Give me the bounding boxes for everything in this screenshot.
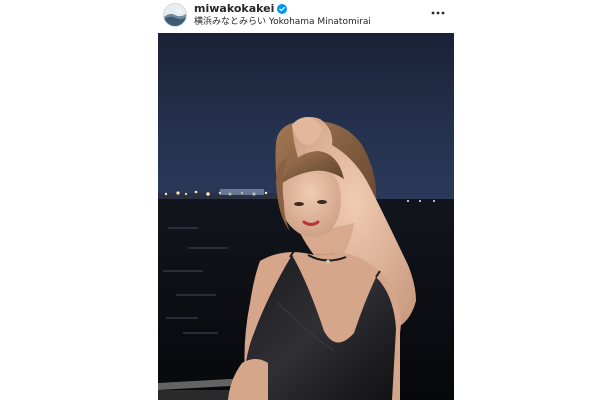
username-link[interactable]: miwakokakei [194, 2, 274, 16]
night-harbor-portrait-image [158, 33, 454, 400]
instagram-post: miwakokakei 横浜みなとみらい Yokohama Minatomira… [0, 0, 610, 400]
avatar[interactable] [164, 4, 186, 26]
post-photo[interactable] [158, 33, 454, 400]
profile-avatar-image [164, 4, 186, 26]
verified-badge-icon [277, 4, 288, 14]
post-header: miwakokakei 横浜みなとみらい Yokohama Minatomira… [158, 0, 454, 32]
location-link[interactable]: 横浜みなとみらい Yokohama Minatomirai [194, 16, 371, 28]
more-options-icon[interactable] [430, 6, 446, 20]
username-row: miwakokakei [194, 2, 288, 16]
